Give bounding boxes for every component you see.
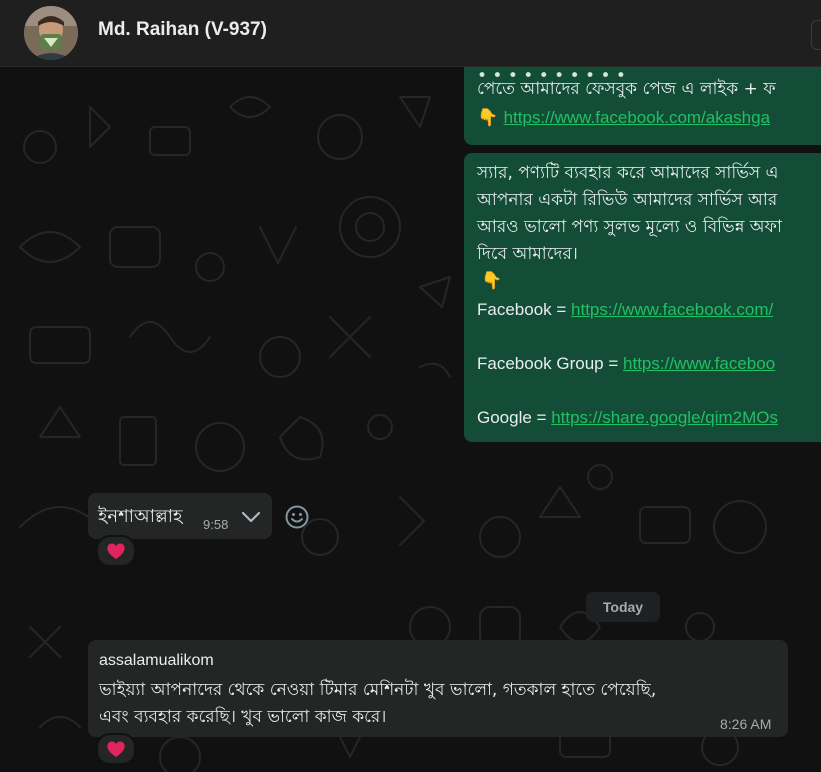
contact-avatar[interactable] [24,6,78,60]
message-text: আপনার একটা রিভিউ আমাদের সার্ভিস আর [477,190,778,210]
message-text: স্যার, পণ্যটি ব্যবহার করে আমাদের সার্ভিস… [477,163,779,183]
incoming-message[interactable]: ইনশাআল্লাহ 9:58 [88,493,272,539]
chat-area[interactable]: • • • • • • • • • • পেতে আমাদের ফেসবুক প… [0,67,821,772]
message-link[interactable]: https://www.facebook.com/akashga [504,108,770,127]
facebook-label: Facebook = [477,300,572,319]
google-link[interactable]: https://share.google/qim2MOs [551,408,778,427]
message-menu-button[interactable] [233,503,267,531]
facebook-group-label: Facebook Group = [477,354,624,373]
heart-icon [107,741,125,757]
facebook-group-line: Facebook Group = https://www.faceboo [477,350,775,377]
header-menu-button[interactable] [811,20,821,50]
facebook-line: Facebook = https://www.facebook.com/ [477,296,773,323]
message-text: আরও ভালো পণ্য সুলভ মূল্যে ও বিভিন্ন অফা [477,217,782,237]
date-separator: Today [586,592,660,622]
emoji-smile-icon [285,505,309,529]
contact-name[interactable]: Md. Raihan (V-937) [98,19,267,41]
message-reaction[interactable] [96,733,136,765]
message-reaction[interactable] [96,535,136,567]
outgoing-message[interactable]: স্যার, পণ্যটি ব্যবহার করে আমাদের সার্ভিস… [464,153,821,442]
incoming-message[interactable]: assalamualikom ভাইয়্যা আপনাদের থেকে নেও… [88,640,788,737]
google-label: Google = [477,408,552,427]
facebook-link[interactable]: https://www.facebook.com/ [571,300,773,319]
message-text: assalamualikom [99,652,214,669]
chat-header: Md. Raihan (V-937) [0,0,821,67]
outgoing-message[interactable]: • • • • • • • • • • পেতে আমাদের ফেসবুক প… [464,67,821,145]
message-link-line: 👇 https://www.facebook.com/akashga [477,104,770,132]
pointing-down-icon: 👇 [477,108,499,128]
react-button[interactable] [284,504,310,530]
message-time: 8:26 AM [720,716,772,732]
message-text: এবং ব্যবহার করেছি। খুব ভালো কাজ করে। [99,707,387,727]
pointing-down-icon: 👇 [481,271,503,291]
message-text: ইনশাআল্লাহ [98,506,183,527]
message-text: পেতে আমাদের ফেসবুক পেজ এ লাইক + ফ [477,79,776,99]
facebook-group-link[interactable]: https://www.faceboo [623,354,775,373]
message-time: 9:58 [203,517,229,532]
message-text: ভাইয়্যা আপনাদের থেকে নেওয়া টিমার মেশিন… [99,680,657,700]
heart-icon [107,543,125,559]
chevron-down-icon [241,511,261,523]
message-text: দিবে আমাদের। [477,244,578,264]
google-line: Google = https://share.google/qim2MOs [477,404,778,431]
